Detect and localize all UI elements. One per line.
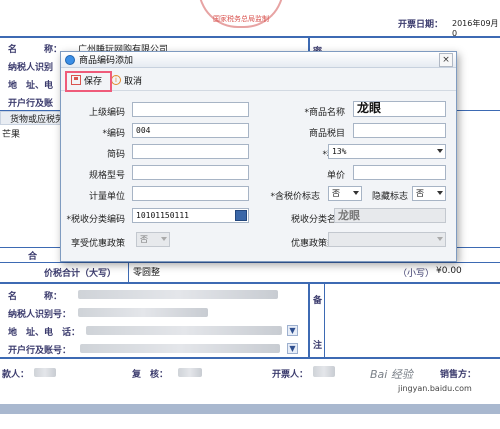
chevron-down-icon (437, 149, 443, 153)
unit-price-label: 单价 (326, 171, 345, 181)
product-name-label: *商品名称 (304, 108, 345, 118)
close-button[interactable]: × (439, 53, 453, 67)
goods-row-item[interactable]: 芒果 (2, 127, 20, 140)
keyboard-icon[interactable] (235, 210, 247, 221)
seller-bank-dropdown-icon[interactable]: ▼ (287, 343, 298, 354)
tax-class-code-input[interactable]: 10101150111 (132, 208, 249, 223)
dialog-title-bar[interactable]: 商品编码添加 (61, 52, 456, 68)
tax-class-code-value: 10101150111 (136, 211, 189, 220)
hide-flag-label: 隐藏标志 (371, 192, 408, 202)
price-tax-upper: 零圆整 (133, 268, 161, 278)
seller-bottom-border (0, 357, 500, 359)
seller-divider (308, 284, 310, 357)
seller-address-label: 地 址、电 话： (8, 328, 81, 338)
seller-side-label-2: 注 (313, 341, 323, 351)
short-code-label: 简码 (106, 150, 125, 160)
unit-input[interactable] (132, 186, 249, 201)
seller-address-dropdown-icon[interactable]: ▼ (287, 325, 298, 336)
seller-sign-label: 销售方： (440, 370, 477, 380)
buyer-taxid-label: 纳税人识别 (8, 63, 54, 73)
code-label: *编码 (102, 129, 125, 139)
tax-included-select[interactable]: 否 (328, 186, 362, 201)
preferential-value: 否 (140, 235, 148, 244)
payee-label: 款人： (2, 370, 30, 380)
unit-label: 计量单位 (88, 192, 125, 202)
buyer-name-label: 名 (8, 45, 18, 55)
reviewer-label: 复 核： (132, 370, 169, 380)
cancel-button[interactable]: i 取消 (111, 73, 142, 87)
drawer-value-redacted (313, 366, 335, 377)
short-code-input[interactable] (132, 144, 249, 159)
spec-label: 规格型号 (88, 171, 125, 181)
tax-rate-value: 13% (332, 147, 347, 156)
buyer-address-label: 地 址、电 (8, 81, 54, 91)
code-input[interactable]: 004 (132, 123, 249, 138)
chevron-down-icon (437, 191, 443, 195)
seller-divider-2 (324, 284, 325, 357)
hide-flag-value: 否 (416, 189, 424, 198)
total-label: 合 (28, 252, 38, 262)
product-tax-item-label: 商品税目 (308, 129, 345, 139)
chevron-down-icon (161, 237, 167, 241)
drawer-label: 开票人： (272, 370, 309, 380)
parent-code-input[interactable] (132, 102, 249, 117)
baidu-watermark-url: jingyan.baidu.com (398, 384, 472, 393)
product-code-dialog: 商品编码添加 × 保存 i 取消 上级编码 *编码 004 简码 规格型号 计量… (60, 51, 457, 262)
dialog-title: 商品编码添加 (79, 56, 134, 66)
chevron-down-icon (353, 191, 359, 195)
price-tax-divider (128, 262, 129, 282)
seller-name-label: 名 称： (8, 292, 63, 302)
tax-included-value: 否 (332, 189, 340, 198)
hide-flag-select[interactable]: 否 (412, 186, 446, 201)
seller-top-border (0, 282, 500, 284)
price-tax-lower-value: ¥0.00 (436, 266, 462, 276)
goods-header-label: 货物或应税劳 (10, 115, 65, 125)
price-tax-lower-label: （小写） (398, 269, 435, 279)
seller-taxid-label: 纳税人识别号： (8, 310, 72, 320)
tax-seal-text: 国家税务总局监制 (213, 15, 269, 23)
tax-class-code-label: *税收分类编码 (66, 215, 125, 225)
tax-rate-select[interactable]: 13% (328, 144, 446, 159)
invoice-date-value: 2016年09月0 (452, 19, 499, 38)
baidu-watermark: Bai 经验 (370, 368, 413, 381)
app-icon (65, 54, 75, 65)
price-tax-top-border (0, 262, 500, 263)
seller-bank-label: 开户行及账号： (8, 346, 72, 356)
parent-code-label: 上级编码 (88, 108, 125, 118)
price-tax-label: 价税合计（大写） (44, 269, 117, 279)
payee-value-redacted (34, 368, 56, 377)
seller-taxid-value-redacted (78, 308, 208, 317)
product-tax-item-input[interactable] (353, 123, 446, 138)
tax-class-name-input: 龙眼 (334, 208, 446, 223)
buyer-bank-label: 开户行及账 (8, 99, 54, 109)
seller-name-value-redacted (78, 290, 278, 299)
preferential-label: 享受优惠政策 (70, 239, 125, 249)
spec-input[interactable] (132, 165, 249, 180)
chevron-down-icon (437, 237, 443, 241)
seller-side-label-1: 备 (313, 296, 323, 306)
reviewer-value-redacted (178, 368, 202, 377)
seller-bank-value-redacted (80, 344, 280, 353)
save-highlight-box (65, 71, 112, 92)
tax-included-label: *含税价标志 (270, 192, 320, 202)
product-name-input[interactable]: 龙眼 (353, 101, 446, 117)
cancel-label: 取消 (124, 76, 143, 87)
unit-price-input[interactable] (353, 165, 446, 180)
invoice-date-label: 开票日期： (398, 20, 444, 30)
dialog-toolbar: 保存 i 取消 (61, 69, 456, 91)
preferential-select: 否 (136, 232, 170, 247)
cancel-icon: i (111, 75, 121, 85)
policy-type-select (328, 232, 446, 247)
footer-band (0, 404, 500, 414)
buyer-top-border (0, 36, 500, 38)
seller-address-value-redacted (86, 326, 282, 335)
